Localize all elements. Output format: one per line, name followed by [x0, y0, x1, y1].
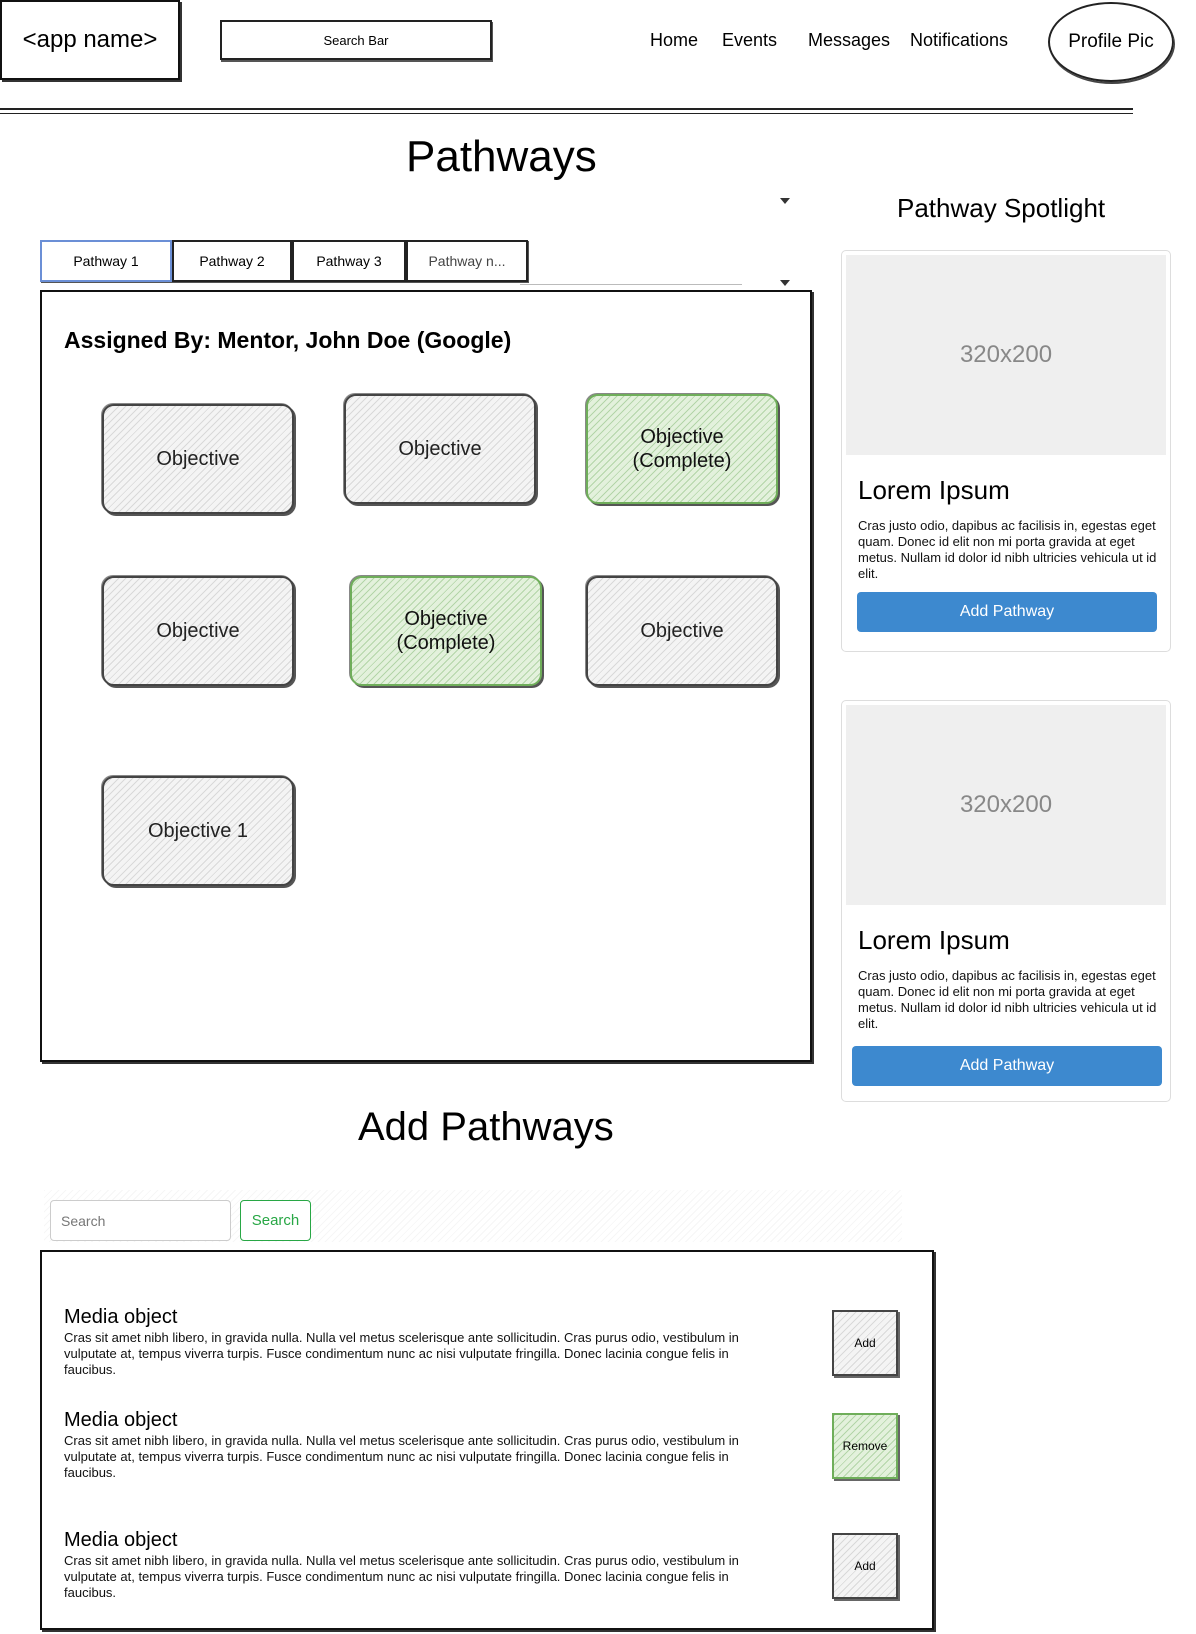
card-image-placeholder: 320x200	[846, 705, 1166, 905]
media-object-title: Media object	[64, 1529, 178, 1551]
objective-label: Objective (Complete)	[632, 426, 732, 472]
add-pathway-button[interactable]: Add Pathway	[852, 1046, 1162, 1086]
search-button[interactable]: Search	[240, 1200, 311, 1241]
objective-label: Objective	[398, 438, 482, 460]
objective-card[interactable]: Objective 1	[102, 776, 294, 886]
objective-label: Objective	[640, 620, 724, 642]
remove-button[interactable]: Remove	[832, 1413, 898, 1479]
chevron-down-icon[interactable]	[780, 198, 790, 204]
add-pathway-button[interactable]: Add Pathway	[857, 592, 1157, 632]
search-input[interactable]: Search	[50, 1200, 231, 1241]
add-pathways-heading: Add Pathways	[358, 1105, 614, 1149]
objective-label: Objective (Complete)	[396, 608, 496, 654]
media-list-panel: Media object Cras sit amet nibh libero, …	[40, 1250, 934, 1630]
objective-card[interactable]: Objective	[586, 576, 778, 686]
objective-label: Objective 1	[147, 820, 249, 842]
tab-pathway-n[interactable]: Pathway n...	[406, 240, 528, 282]
app-name-logo[interactable]: <app name>	[0, 0, 180, 80]
media-object-title: Media object	[64, 1306, 178, 1328]
pathways-heading: Pathways	[406, 132, 597, 181]
assigned-by-label: Assigned By: Mentor, John Doe (Google)	[64, 327, 512, 353]
nav-events[interactable]: Events	[722, 30, 777, 51]
nav-notifications[interactable]: Notifications	[910, 30, 1008, 51]
add-button[interactable]: Add	[832, 1533, 898, 1599]
spotlight-card: 320x200 Lorem Ipsum Cras justo odio, dap…	[841, 700, 1171, 1102]
card-title: Lorem Ipsum	[858, 925, 1010, 955]
objective-card-complete[interactable]: Objective (Complete)	[350, 576, 542, 686]
objective-card[interactable]: Objective	[102, 404, 294, 514]
tab-pathway-1[interactable]: Pathway 1	[40, 240, 172, 282]
objective-card[interactable]: Objective	[102, 576, 294, 686]
tab-pathway-3[interactable]: Pathway 3	[292, 240, 406, 282]
media-object-title: Media object	[64, 1409, 178, 1431]
profile-pic-button[interactable]: Profile Pic	[1048, 2, 1174, 82]
header-divider-secondary	[0, 113, 1133, 114]
add-button[interactable]: Add	[832, 1310, 898, 1376]
pathway-spotlight-heading: Pathway Spotlight	[897, 193, 1106, 223]
nav-messages[interactable]: Messages	[808, 30, 890, 51]
objective-label: Objective	[156, 448, 240, 470]
objective-label: Objective	[156, 620, 240, 642]
chevron-down-icon[interactable]	[780, 280, 790, 286]
objective-card-complete[interactable]: Objective (Complete)	[586, 394, 778, 504]
media-object-body: Cras sit amet nibh libero, in gravida nu…	[64, 1330, 739, 1377]
media-object-body: Cras sit amet nibh libero, in gravida nu…	[64, 1553, 739, 1600]
card-text: Cras justo odio, dapibus ac facilisis in…	[858, 968, 1157, 1031]
media-object-body: Cras sit amet nibh libero, in gravida nu…	[64, 1433, 739, 1480]
card-title: Lorem Ipsum	[858, 475, 1010, 505]
card-image-placeholder: 320x200	[846, 255, 1166, 455]
tab-bar-line	[520, 284, 742, 285]
header-divider	[0, 108, 1133, 110]
tab-pathway-2[interactable]: Pathway 2	[172, 240, 292, 282]
spotlight-card: 320x200 Lorem Ipsum Cras justo odio, dap…	[841, 250, 1171, 652]
nav-home[interactable]: Home	[650, 30, 698, 51]
search-bar[interactable]: Search Bar	[220, 20, 492, 60]
objective-card[interactable]: Objective	[344, 394, 536, 504]
card-text: Cras justo odio, dapibus ac facilisis in…	[858, 518, 1157, 581]
